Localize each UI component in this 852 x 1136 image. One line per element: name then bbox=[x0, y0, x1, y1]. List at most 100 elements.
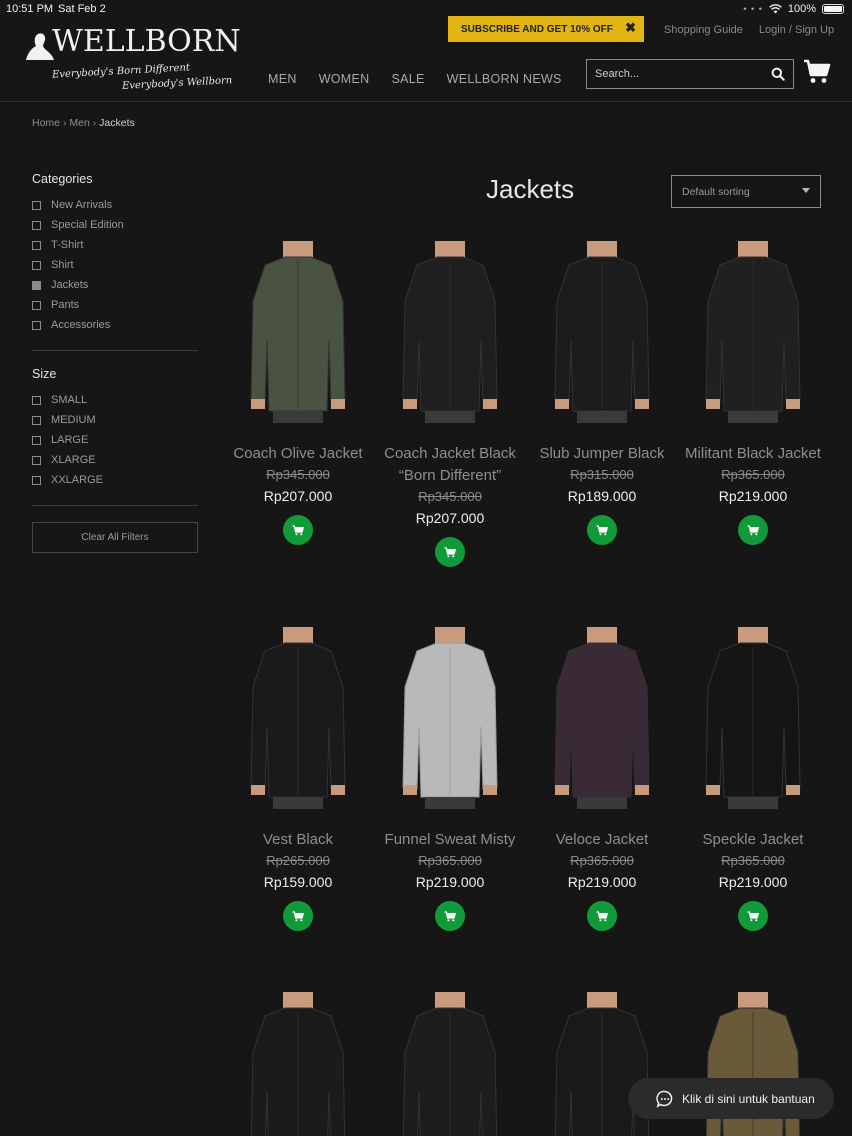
nav-item-men[interactable]: MEN bbox=[268, 72, 297, 86]
category-label: Special Edition bbox=[51, 219, 124, 231]
product-name[interactable]: Slub Jumper Black bbox=[528, 443, 676, 465]
product-image[interactable] bbox=[387, 241, 513, 423]
category-label: T-Shirt bbox=[51, 239, 84, 251]
breadcrumb-home[interactable]: Home bbox=[32, 117, 60, 129]
add-to-cart-button[interactable] bbox=[435, 901, 465, 931]
nav-item-sale[interactable]: SALE bbox=[392, 72, 425, 86]
product-card[interactable] bbox=[376, 992, 524, 1136]
close-icon[interactable]: ✖ bbox=[625, 20, 636, 36]
size-filter-item[interactable]: XXLARGE bbox=[32, 470, 198, 490]
logo-figure-icon bbox=[26, 33, 54, 60]
product-image[interactable] bbox=[387, 992, 513, 1136]
size-filter-item[interactable]: LARGE bbox=[32, 430, 198, 450]
size-label: XLARGE bbox=[51, 454, 96, 466]
breadcrumb-men[interactable]: Men bbox=[69, 117, 89, 129]
wellborn-logo[interactable]: WELLBORN Everybody's Born Different Ever… bbox=[22, 22, 241, 94]
checkbox[interactable] bbox=[32, 260, 41, 270]
product-image[interactable] bbox=[539, 627, 665, 809]
category-filter-item[interactable]: Jackets bbox=[32, 275, 198, 295]
category-filter-item[interactable]: Shirt bbox=[32, 255, 198, 275]
product-card[interactable]: Speckle Jacket Rp365.000 Rp219.000 bbox=[679, 627, 827, 931]
add-to-cart-button[interactable] bbox=[587, 515, 617, 545]
checkbox[interactable] bbox=[32, 280, 41, 290]
product-card[interactable]: Coach Olive Jacket Rp345.000 Rp207.000 bbox=[224, 241, 372, 545]
shopping-guide-link[interactable]: Shopping Guide bbox=[664, 24, 743, 36]
size-filter-item[interactable]: XLARGE bbox=[32, 450, 198, 470]
add-to-cart-button[interactable] bbox=[738, 901, 768, 931]
battery-icon bbox=[822, 4, 844, 14]
nav-item-women[interactable]: WOMEN bbox=[319, 72, 370, 86]
add-to-cart-button[interactable] bbox=[587, 901, 617, 931]
product-price: Rp189.000 bbox=[567, 488, 637, 504]
size-filter-item[interactable]: SMALL bbox=[32, 390, 198, 410]
product-image[interactable] bbox=[235, 992, 361, 1136]
add-to-cart-button[interactable] bbox=[435, 537, 465, 567]
status-date: Sat Feb 2 bbox=[58, 3, 106, 15]
nav-item-news[interactable]: WELLBORN NEWS bbox=[447, 72, 562, 86]
help-chat-button[interactable]: Klik di sini untuk bantuan bbox=[628, 1078, 834, 1119]
checkbox[interactable] bbox=[32, 200, 41, 210]
product-old-price: Rp365.000 bbox=[721, 853, 785, 868]
product-image[interactable] bbox=[539, 241, 665, 423]
checkbox[interactable] bbox=[32, 455, 41, 465]
main-nav: MEN WOMEN SALE WELLBORN NEWS bbox=[268, 72, 562, 86]
product-card[interactable]: Funnel Sweat Misty Rp365.000 Rp219.000 bbox=[376, 627, 524, 931]
size-label: LARGE bbox=[51, 434, 89, 446]
product-image[interactable] bbox=[235, 241, 361, 423]
product-card[interactable]: Slub Jumper Black Rp315.000 Rp189.000 bbox=[528, 241, 676, 545]
product-name[interactable]: Vest Black bbox=[224, 829, 372, 851]
category-label: Accessories bbox=[51, 319, 111, 331]
cart-icon bbox=[292, 910, 304, 922]
search-input[interactable] bbox=[587, 68, 767, 80]
category-filter-item[interactable]: New Arrivals bbox=[32, 195, 198, 215]
product-name[interactable]: Speckle Jacket bbox=[679, 829, 827, 851]
checkbox[interactable] bbox=[32, 395, 41, 405]
sorting-select[interactable]: Default sorting bbox=[671, 175, 821, 208]
product-old-price: Rp265.000 bbox=[266, 853, 330, 868]
categories-title: Categories bbox=[32, 172, 93, 186]
checkbox[interactable] bbox=[32, 475, 41, 485]
product-name[interactable]: Militant Black Jacket bbox=[679, 443, 827, 465]
checkbox[interactable] bbox=[32, 220, 41, 230]
product-name[interactable]: Coach Jacket Black “Born Different” bbox=[376, 443, 524, 487]
cart-icon bbox=[292, 524, 304, 536]
product-card[interactable]: Coach Jacket Black “Born Different” Rp345… bbox=[376, 241, 524, 567]
product-image[interactable] bbox=[235, 627, 361, 809]
category-filter-item[interactable]: Accessories bbox=[32, 315, 198, 335]
subscribe-promo-banner[interactable]: SUBSCRIBE AND GET 10% OFF ✖ bbox=[448, 16, 644, 42]
cart-icon[interactable] bbox=[803, 59, 831, 85]
product-name[interactable]: Funnel Sweat Misty bbox=[376, 829, 524, 851]
logo-wordmark: WELLBORN bbox=[52, 24, 241, 59]
filter-sidebar: Categories New Arrivals Special Edition T-… bbox=[32, 172, 198, 553]
add-to-cart-button[interactable] bbox=[283, 901, 313, 931]
add-to-cart-button[interactable] bbox=[283, 515, 313, 545]
category-filter-item[interactable]: Special Edition bbox=[32, 215, 198, 235]
checkbox[interactable] bbox=[32, 300, 41, 310]
login-signup-link[interactable]: Login / Sign Up bbox=[759, 24, 834, 36]
sorting-value: Default sorting bbox=[682, 185, 750, 198]
checkbox[interactable] bbox=[32, 415, 41, 425]
product-image[interactable] bbox=[690, 627, 816, 809]
checkbox[interactable] bbox=[32, 320, 41, 330]
product-image[interactable] bbox=[690, 241, 816, 423]
product-image[interactable] bbox=[387, 627, 513, 809]
product-old-price: Rp365.000 bbox=[570, 853, 634, 868]
add-to-cart-button[interactable] bbox=[738, 515, 768, 545]
product-card[interactable]: Militant Black Jacket Rp365.000 Rp219.000 bbox=[679, 241, 827, 545]
product-name[interactable]: Coach Olive Jacket bbox=[224, 443, 372, 465]
category-filter-item[interactable]: T-Shirt bbox=[32, 235, 198, 255]
cart-icon bbox=[444, 546, 456, 558]
size-filter-item[interactable]: MEDIUM bbox=[32, 410, 198, 430]
category-filter-item[interactable]: Pants bbox=[32, 295, 198, 315]
product-name[interactable]: Veloce Jacket bbox=[528, 829, 676, 851]
logo-tagline-2: Everybody's Wellborn bbox=[121, 75, 233, 92]
cart-icon bbox=[747, 524, 759, 536]
clear-filters-button[interactable]: Clear All Filters bbox=[32, 522, 198, 553]
product-card[interactable]: Vest Black Rp265.000 Rp159.000 bbox=[224, 627, 372, 931]
search-icon[interactable] bbox=[771, 67, 785, 81]
size-label: MEDIUM bbox=[51, 414, 96, 426]
product-card[interactable]: Veloce Jacket Rp365.000 Rp219.000 bbox=[528, 627, 676, 931]
checkbox[interactable] bbox=[32, 435, 41, 445]
product-card[interactable] bbox=[224, 992, 372, 1136]
checkbox[interactable] bbox=[32, 240, 41, 250]
